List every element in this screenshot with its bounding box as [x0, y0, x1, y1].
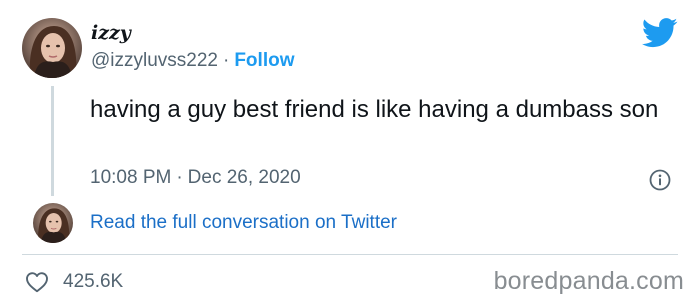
thread-connector-line: [51, 86, 54, 196]
author-display-name[interactable]: izzy: [91, 22, 131, 44]
reply-avatar[interactable]: [33, 203, 73, 243]
twitter-bird-icon[interactable]: [642, 18, 678, 48]
divider: [22, 254, 678, 255]
watermark: boredpanda.com: [493, 267, 684, 295]
read-conversation-link[interactable]: Read the full conversation on Twitter: [90, 212, 397, 234]
handle-separator: ·: [223, 50, 230, 71]
tweet-text: having a guy best friend is like having …: [90, 96, 659, 123]
author-handle[interactable]: @izzyluvss222: [91, 50, 218, 71]
tweet-time: 10:08 PM: [90, 167, 172, 188]
timestamp-separator: ·: [176, 167, 183, 188]
tweet-timestamp[interactable]: 10:08 PM · Dec 26, 2020: [90, 167, 301, 189]
tweet-card: izzy @izzyluvss222 · Follow having a guy b…: [0, 0, 700, 308]
heart-icon[interactable]: [25, 271, 49, 293]
author-avatar[interactable]: [22, 18, 82, 78]
tweet-date: Dec 26, 2020: [187, 167, 301, 188]
avatar-photo-small: [33, 203, 73, 243]
like-count: 425.6K: [63, 271, 124, 292]
info-icon[interactable]: [649, 169, 671, 191]
follow-button[interactable]: Follow: [234, 50, 294, 71]
author-handle-row: @izzyluvss222 · Follow: [91, 50, 294, 72]
avatar-photo: [22, 18, 82, 78]
